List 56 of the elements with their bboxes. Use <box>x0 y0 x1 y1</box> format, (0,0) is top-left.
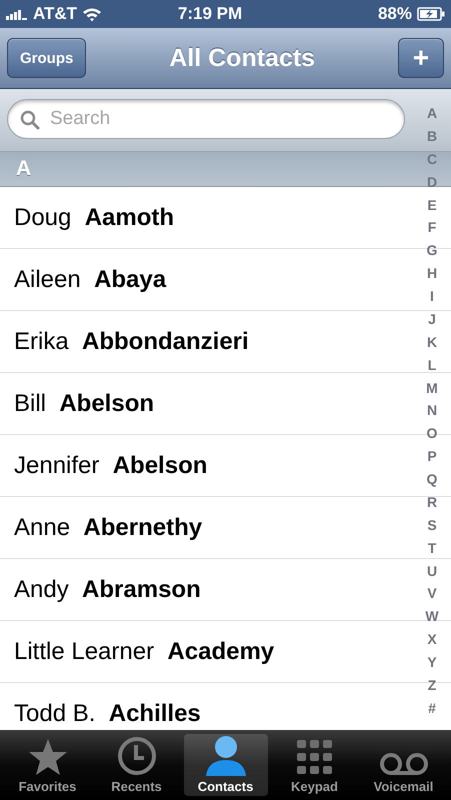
screen-title: All Contacts <box>169 44 316 72</box>
index-letter[interactable]: F <box>428 220 436 234</box>
index-letter[interactable]: I <box>430 289 434 303</box>
wifi-icon <box>82 6 102 22</box>
index-letter[interactable]: H <box>426 266 438 280</box>
contact-name[interactable]: Anne Abernethy <box>14 514 202 542</box>
tab[interactable]: Keypad <box>272 734 356 796</box>
index-letter[interactable]: V <box>427 586 437 600</box>
index-letter[interactable]: W <box>425 609 439 624</box>
tab[interactable]: Voicemail <box>362 734 446 796</box>
index-letter[interactable]: B <box>426 128 438 143</box>
carrier-name: AT&T <box>33 4 78 24</box>
section-letter: A <box>16 157 32 181</box>
contact-name[interactable]: Andy Abramson <box>14 576 201 604</box>
index-letter[interactable]: J <box>428 312 436 326</box>
index-letter[interactable]: U <box>426 564 438 578</box>
index-letter[interactable]: Y <box>427 655 437 669</box>
index-letter[interactable]: D <box>426 174 438 189</box>
contact-name[interactable]: Little Learner Academy <box>14 638 274 666</box>
add-button[interactable]: + <box>398 38 444 78</box>
index-letter[interactable]: R <box>426 494 438 509</box>
clock-time: 7:19 PM <box>176 4 244 24</box>
index-letter[interactable]: A <box>426 106 438 120</box>
tab[interactable]: Contacts <box>184 734 268 796</box>
index-letter[interactable]: X <box>427 632 437 646</box>
contact-name[interactable]: Todd B. Achilles <box>14 700 201 728</box>
signal-icon <box>6 8 28 20</box>
index-letter[interactable]: L <box>428 358 436 372</box>
index-letter[interactable]: G <box>426 243 438 258</box>
star-icon <box>28 738 68 776</box>
index-letter[interactable]: Z <box>428 678 436 692</box>
index-letter[interactable]: S <box>427 518 437 532</box>
voicemail-icon <box>378 752 428 776</box>
index-letter[interactable]: K <box>426 334 438 349</box>
tab[interactable]: Favorites <box>6 734 90 796</box>
person-icon <box>204 734 248 776</box>
contact-name[interactable]: Jennifer Abelson <box>14 452 208 480</box>
battery-percent: 88% <box>378 4 412 24</box>
contact-name[interactable]: Aileen Abaya <box>14 266 166 294</box>
search-field[interactable]: Search <box>7 99 405 139</box>
index-letter[interactable]: N <box>426 403 438 418</box>
keypad-icon <box>296 740 332 776</box>
index-letter[interactable]: M <box>426 380 438 394</box>
index-letter[interactable]: P <box>427 449 437 464</box>
index-letter[interactable]: O <box>426 426 438 440</box>
index-letter[interactable]: T <box>428 540 436 555</box>
index-letter[interactable]: # <box>428 700 436 715</box>
battery-icon <box>417 7 445 21</box>
index-letter[interactable]: Q <box>426 472 438 486</box>
groups-button[interactable]: Groups <box>7 38 86 78</box>
contact-name[interactable]: Bill Abelson <box>14 390 154 418</box>
contact-name[interactable]: Erika Abbondanzieri <box>14 328 249 356</box>
tab[interactable]: Recents <box>94 734 178 796</box>
clock-icon <box>116 736 156 776</box>
contact-name[interactable]: Doug Aamoth <box>14 204 174 232</box>
index-letter[interactable]: E <box>427 198 437 212</box>
